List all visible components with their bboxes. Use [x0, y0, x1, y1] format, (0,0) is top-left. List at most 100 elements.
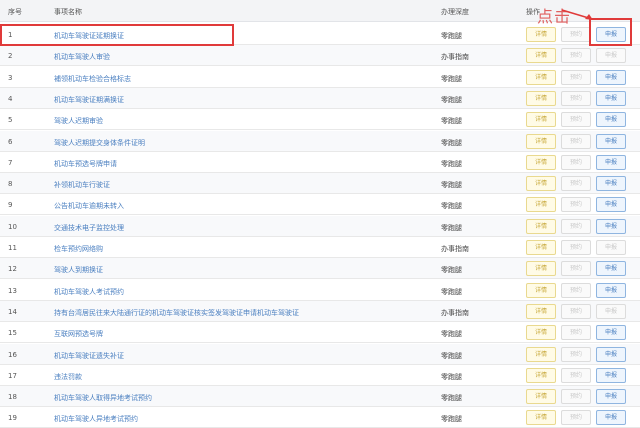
row-number: 8: [8, 180, 13, 189]
apply-button[interactable]: 申报: [596, 112, 626, 128]
item-name-link[interactable]: 机动车驾驶人取得异地考试预约: [54, 393, 152, 403]
table-row: 6 驾驶人迟期提交身体条件证明 零跑腿 详情 预约 申报: [0, 130, 640, 152]
reserve-button[interactable]: 预约: [561, 90, 591, 106]
item-name-link[interactable]: 互联网预选号牌: [54, 329, 103, 339]
detail-button[interactable]: 详情: [526, 197, 556, 213]
detail-button[interactable]: 详情: [526, 325, 556, 341]
apply-button[interactable]: 申报: [596, 389, 626, 405]
detail-button[interactable]: 详情: [526, 176, 556, 192]
apply-button[interactable]: 申报: [596, 90, 626, 106]
reserve-button[interactable]: 预约: [561, 282, 591, 298]
table-row: 10 交通技术电子监控处理 零跑腿 详情 预约 申报: [0, 215, 640, 237]
reserve-button[interactable]: 预约: [561, 154, 591, 170]
apply-button[interactable]: 申报: [596, 346, 626, 362]
handling-depth: 零跑腿: [441, 74, 462, 83]
reserve-button[interactable]: 预约: [561, 69, 591, 85]
reserve-button[interactable]: 预约: [561, 48, 591, 64]
reserve-button[interactable]: 预约: [561, 197, 591, 213]
apply-button[interactable]: 申报: [596, 282, 626, 298]
detail-button[interactable]: 详情: [526, 133, 556, 149]
handling-depth: 零跑腿: [441, 202, 462, 211]
detail-button[interactable]: 详情: [526, 240, 556, 255]
detail-button[interactable]: 详情: [526, 90, 556, 106]
apply-button[interactable]: 申报: [596, 410, 626, 426]
detail-button[interactable]: 详情: [526, 282, 556, 298]
detail-button[interactable]: 详情: [526, 218, 556, 234]
apply-button[interactable]: 申报: [596, 367, 626, 383]
item-name-link[interactable]: 驾驶人到期换证: [54, 265, 103, 275]
item-name-link[interactable]: 持有台湾居民往来大陆通行证的机动车驾驶证核实签发驾驶证申请机动车驾驶证: [54, 308, 299, 318]
reserve-button[interactable]: 预约: [561, 218, 591, 234]
header-name: 事项名称: [54, 8, 82, 16]
apply-button[interactable]: 申报: [596, 218, 626, 234]
apply-button[interactable]: 申报: [596, 325, 626, 341]
apply-button[interactable]: 申报: [596, 197, 626, 213]
reserve-button[interactable]: 预约: [561, 410, 591, 426]
item-name-link[interactable]: 补领机动车行驶证: [54, 180, 110, 190]
item-name-link[interactable]: 机动车驾驶人考试预约: [54, 287, 124, 297]
handling-depth: 零跑腿: [441, 266, 462, 275]
reserve-button[interactable]: 预约: [561, 240, 591, 255]
row-number: 17: [8, 371, 17, 380]
detail-button[interactable]: 详情: [526, 367, 556, 383]
item-name-link[interactable]: 检车预约网络购: [54, 244, 103, 254]
detail-button[interactable]: 详情: [526, 303, 556, 319]
reserve-button[interactable]: 预约: [561, 303, 591, 319]
item-name-link[interactable]: 机动车驾驶证遗失补证: [54, 351, 124, 361]
apply-button[interactable]: 申报: [596, 48, 626, 64]
row-number: 18: [8, 393, 17, 402]
reserve-button[interactable]: 预约: [561, 389, 591, 405]
apply-button[interactable]: 申报: [596, 69, 626, 85]
reserve-button[interactable]: 预约: [561, 27, 591, 42]
apply-button[interactable]: 申报: [596, 240, 626, 255]
row-number: 7: [8, 158, 13, 167]
row-number: 9: [8, 201, 13, 210]
table-row: 2 机动车驾驶人审验 办事指南 详情 预约 申报: [0, 45, 640, 67]
item-name-link[interactable]: 违法罚款: [54, 372, 82, 382]
reserve-button[interactable]: 预约: [561, 346, 591, 362]
item-name-link[interactable]: 驾驶人迟期提交身体条件证明: [54, 138, 145, 148]
detail-button[interactable]: 详情: [526, 346, 556, 362]
apply-button[interactable]: 申报: [596, 133, 626, 149]
handling-depth: 零跑腿: [441, 181, 462, 190]
item-name-link[interactable]: 補领机动车检验合格标志: [54, 74, 131, 84]
handling-depth: 办事指南: [441, 53, 469, 62]
detail-button[interactable]: 详情: [526, 410, 556, 426]
item-name-link[interactable]: 公告机动车逾期未转入: [54, 201, 124, 211]
item-name-link[interactable]: 机动车驾驶证期满换证: [54, 95, 124, 105]
apply-button[interactable]: 申报: [596, 261, 626, 277]
reserve-button[interactable]: 预约: [561, 367, 591, 383]
item-name-link[interactable]: 驾驶人迟期审验: [54, 116, 103, 126]
reserve-button[interactable]: 预约: [561, 133, 591, 149]
table-row: 18 机动车驾驶人取得异地考试预约 零跑腿 详情 预约 申报: [0, 386, 640, 408]
reserve-button[interactable]: 预约: [561, 176, 591, 192]
row-number: 15: [8, 329, 17, 338]
row-number: 19: [8, 414, 17, 423]
detail-button[interactable]: 详情: [526, 389, 556, 405]
table-row: 16 机动车驾驶证遗失补证 零跑腿 详情 预约 申报: [0, 343, 640, 365]
handling-depth: 零跑腿: [441, 394, 462, 403]
reserve-button[interactable]: 预约: [561, 325, 591, 341]
apply-button[interactable]: 申报: [596, 154, 626, 170]
table-row: 9 公告机动车逾期未转入 零跑腿 详情 预约 申报: [0, 194, 640, 216]
table-row: 4 机动车驾驶证期满换证 零跑腿 详情 预约 申报: [0, 87, 640, 109]
item-name-link[interactable]: 机动车驾驶人审验: [54, 52, 110, 62]
reserve-button[interactable]: 预约: [561, 112, 591, 128]
detail-button[interactable]: 详情: [526, 154, 556, 170]
reserve-button[interactable]: 预约: [561, 261, 591, 277]
item-name-link[interactable]: 交通技术电子监控处理: [54, 223, 124, 233]
handling-depth: 零跑腿: [441, 330, 462, 339]
detail-button[interactable]: 详情: [526, 48, 556, 64]
apply-button[interactable]: 申报: [596, 303, 626, 319]
detail-button[interactable]: 详情: [526, 27, 556, 42]
detail-button[interactable]: 详情: [526, 112, 556, 128]
row-number: 10: [8, 222, 17, 231]
item-name-link[interactable]: 机动车预选号牌申请: [54, 159, 117, 169]
row-number: 16: [8, 350, 17, 359]
handling-depth: 零跑腿: [441, 287, 462, 296]
handling-depth: 零跑腿: [441, 223, 462, 232]
header-no: 序号: [8, 8, 22, 16]
detail-button[interactable]: 详情: [526, 261, 556, 277]
apply-button[interactable]: 申报: [596, 176, 626, 192]
detail-button[interactable]: 详情: [526, 69, 556, 85]
